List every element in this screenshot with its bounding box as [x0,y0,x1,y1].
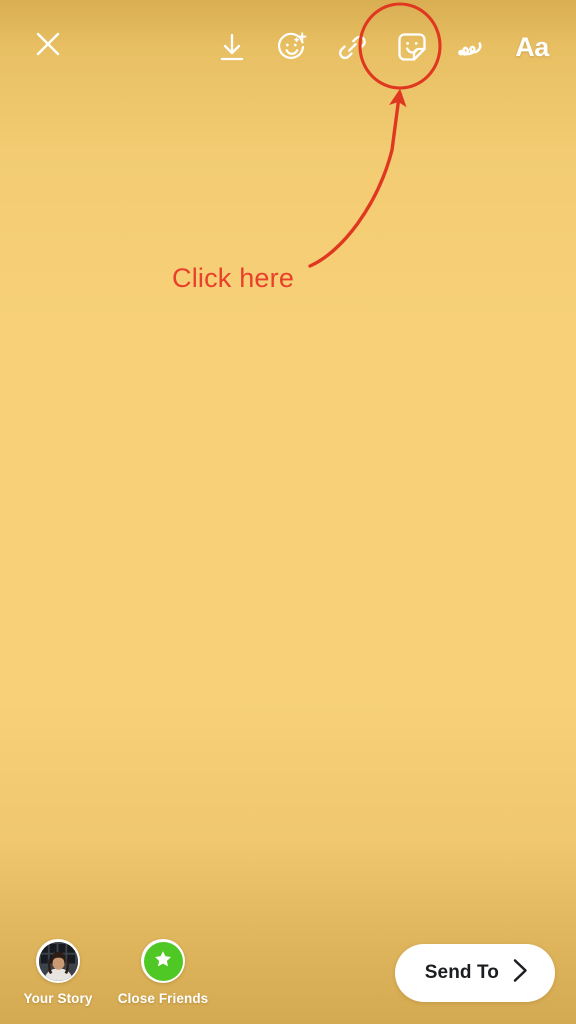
close-friends-badge [141,939,185,983]
squiggle-draw-icon [455,32,489,62]
destination-label: Close Friends [117,991,209,1006]
send-to-button[interactable]: Send To [394,944,555,1002]
stickers-tool-button[interactable] [382,22,442,72]
draw-tool-button[interactable] [442,22,502,72]
tool-list: Aa [202,22,562,72]
sticker-icon [395,30,429,64]
top-toolbar: Aa [0,0,576,94]
pointer-arrow [308,88,407,268]
link-icon [336,31,368,63]
chevron-right-icon [512,958,529,988]
avatar-image [38,941,78,981]
download-icon [217,31,247,63]
click-here-label: Click here [172,263,295,293]
effects-tool-button[interactable] [262,22,322,72]
star-icon [153,949,173,974]
bottom-bar: Your Story Close Friends Send To [0,914,576,1024]
text-tool-button[interactable]: Aa [502,22,562,72]
save-tool-button[interactable] [202,22,262,72]
close-button[interactable] [26,24,70,68]
destination-close-friends[interactable]: Close Friends [115,939,211,1006]
story-editor-screen: Aa Click here Your Story Close Friends S… [0,0,576,1024]
annotation-overlay [308,2,442,268]
close-friends-circle [143,941,183,981]
link-tool-button[interactable] [322,22,382,72]
text-aa-icon: Aa [515,31,549,62]
destination-label: Your Story [23,991,93,1006]
destination-your-story[interactable]: Your Story [10,939,106,1006]
close-icon [33,29,63,64]
smiley-sparkle-icon [275,30,309,64]
avatar [36,939,80,983]
send-to-label: Send To [424,962,499,983]
